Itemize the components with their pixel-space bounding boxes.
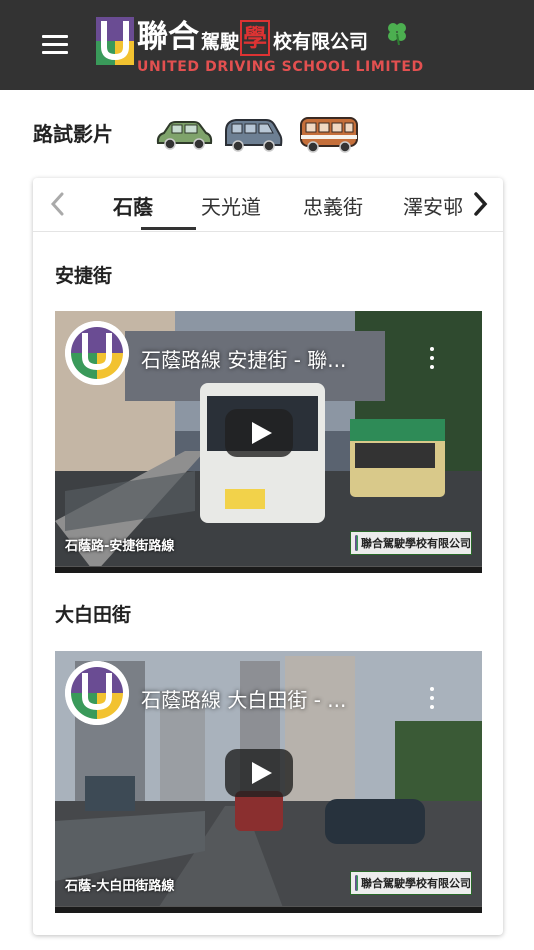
hamburger-menu-icon[interactable]: [40, 32, 70, 56]
chevron-right-icon[interactable]: [465, 188, 495, 220]
video-watermark: 聯合駕駛學校有限公司: [350, 871, 472, 895]
chevron-left-icon[interactable]: [43, 188, 73, 220]
video-timeline: [55, 566, 482, 573]
play-button[interactable]: [225, 409, 293, 457]
light-bus-icon[interactable]: [298, 113, 360, 155]
brand-name-highlight: 學: [240, 20, 271, 56]
video-title: 石蔭路線 大白田街 - ...: [141, 688, 347, 712]
brand-name-small-2: 校有限公司: [273, 31, 369, 53]
video-caption: 石蔭路-安捷街路線: [65, 539, 175, 554]
tab-chung-yee-street[interactable]: 忠義街: [303, 191, 363, 220]
watermark-logo-icon: [355, 535, 358, 551]
brand-name-english: UNITED DRIVING SCHOOL LIMITED: [137, 59, 424, 75]
more-options-icon[interactable]: [428, 687, 436, 711]
clover-icon: [388, 23, 406, 46]
school-logo-icon: [96, 17, 134, 65]
private-car-icon[interactable]: [154, 113, 214, 155]
channel-logo-icon: [65, 661, 129, 725]
watermark-text: 聯合駕駛學校有限公司: [361, 877, 471, 890]
active-tab-indicator: [141, 227, 196, 230]
video-timeline: [55, 906, 482, 913]
more-options-icon[interactable]: [428, 347, 436, 371]
tab-chak-on-estate[interactable]: 澤安邨: [403, 191, 463, 220]
street-heading: 大白田街: [55, 604, 132, 626]
tab-shek-yam[interactable]: 石蔭: [113, 191, 153, 220]
brand-name-big: 聯合: [137, 19, 199, 55]
route-tabs: 石蔭 天光道 忠義街 澤安邨: [33, 178, 503, 232]
tab-tin-kwong-road[interactable]: 天光道: [201, 191, 261, 220]
watermark-text: 聯合駕駛學校有限公司: [361, 537, 471, 550]
app-header: 聯合 駕駛 學 校有限公司 UNITED DRIVING SCHOOL LIMI…: [0, 0, 534, 90]
video-watermark: 聯合駕駛學校有限公司: [350, 531, 472, 555]
tab-strip: 石蔭 天光道 忠義街 澤安邨: [71, 178, 463, 232]
section-title: 路試影片: [33, 122, 113, 146]
channel-logo-icon: [65, 321, 129, 385]
brand-name-small-1: 駕駛: [201, 31, 240, 53]
watermark-logo-icon: [355, 875, 358, 891]
street-heading: 安捷街: [55, 265, 113, 287]
video-card: 石蔭 天光道 忠義街 澤安邨 安捷街 石蔭路線 安捷街 - 聯... 石蔭路-安…: [33, 178, 503, 935]
video-caption: 石蔭-大白田街路線: [65, 879, 175, 894]
video-title: 石蔭路線 安捷街 - 聯...: [141, 348, 347, 372]
video-player[interactable]: 石蔭路線 大白田街 - ... 石蔭-大白田街路線 聯合駕駛學校有限公司: [55, 651, 482, 913]
light-goods-van-icon[interactable]: [222, 113, 284, 155]
brand-name: 聯合 駕駛 學 校有限公司: [137, 16, 368, 56]
play-button[interactable]: [225, 749, 293, 797]
video-player[interactable]: 石蔭路線 安捷街 - 聯... 石蔭路-安捷街路線 聯合駕駛學校有限公司: [55, 311, 482, 573]
